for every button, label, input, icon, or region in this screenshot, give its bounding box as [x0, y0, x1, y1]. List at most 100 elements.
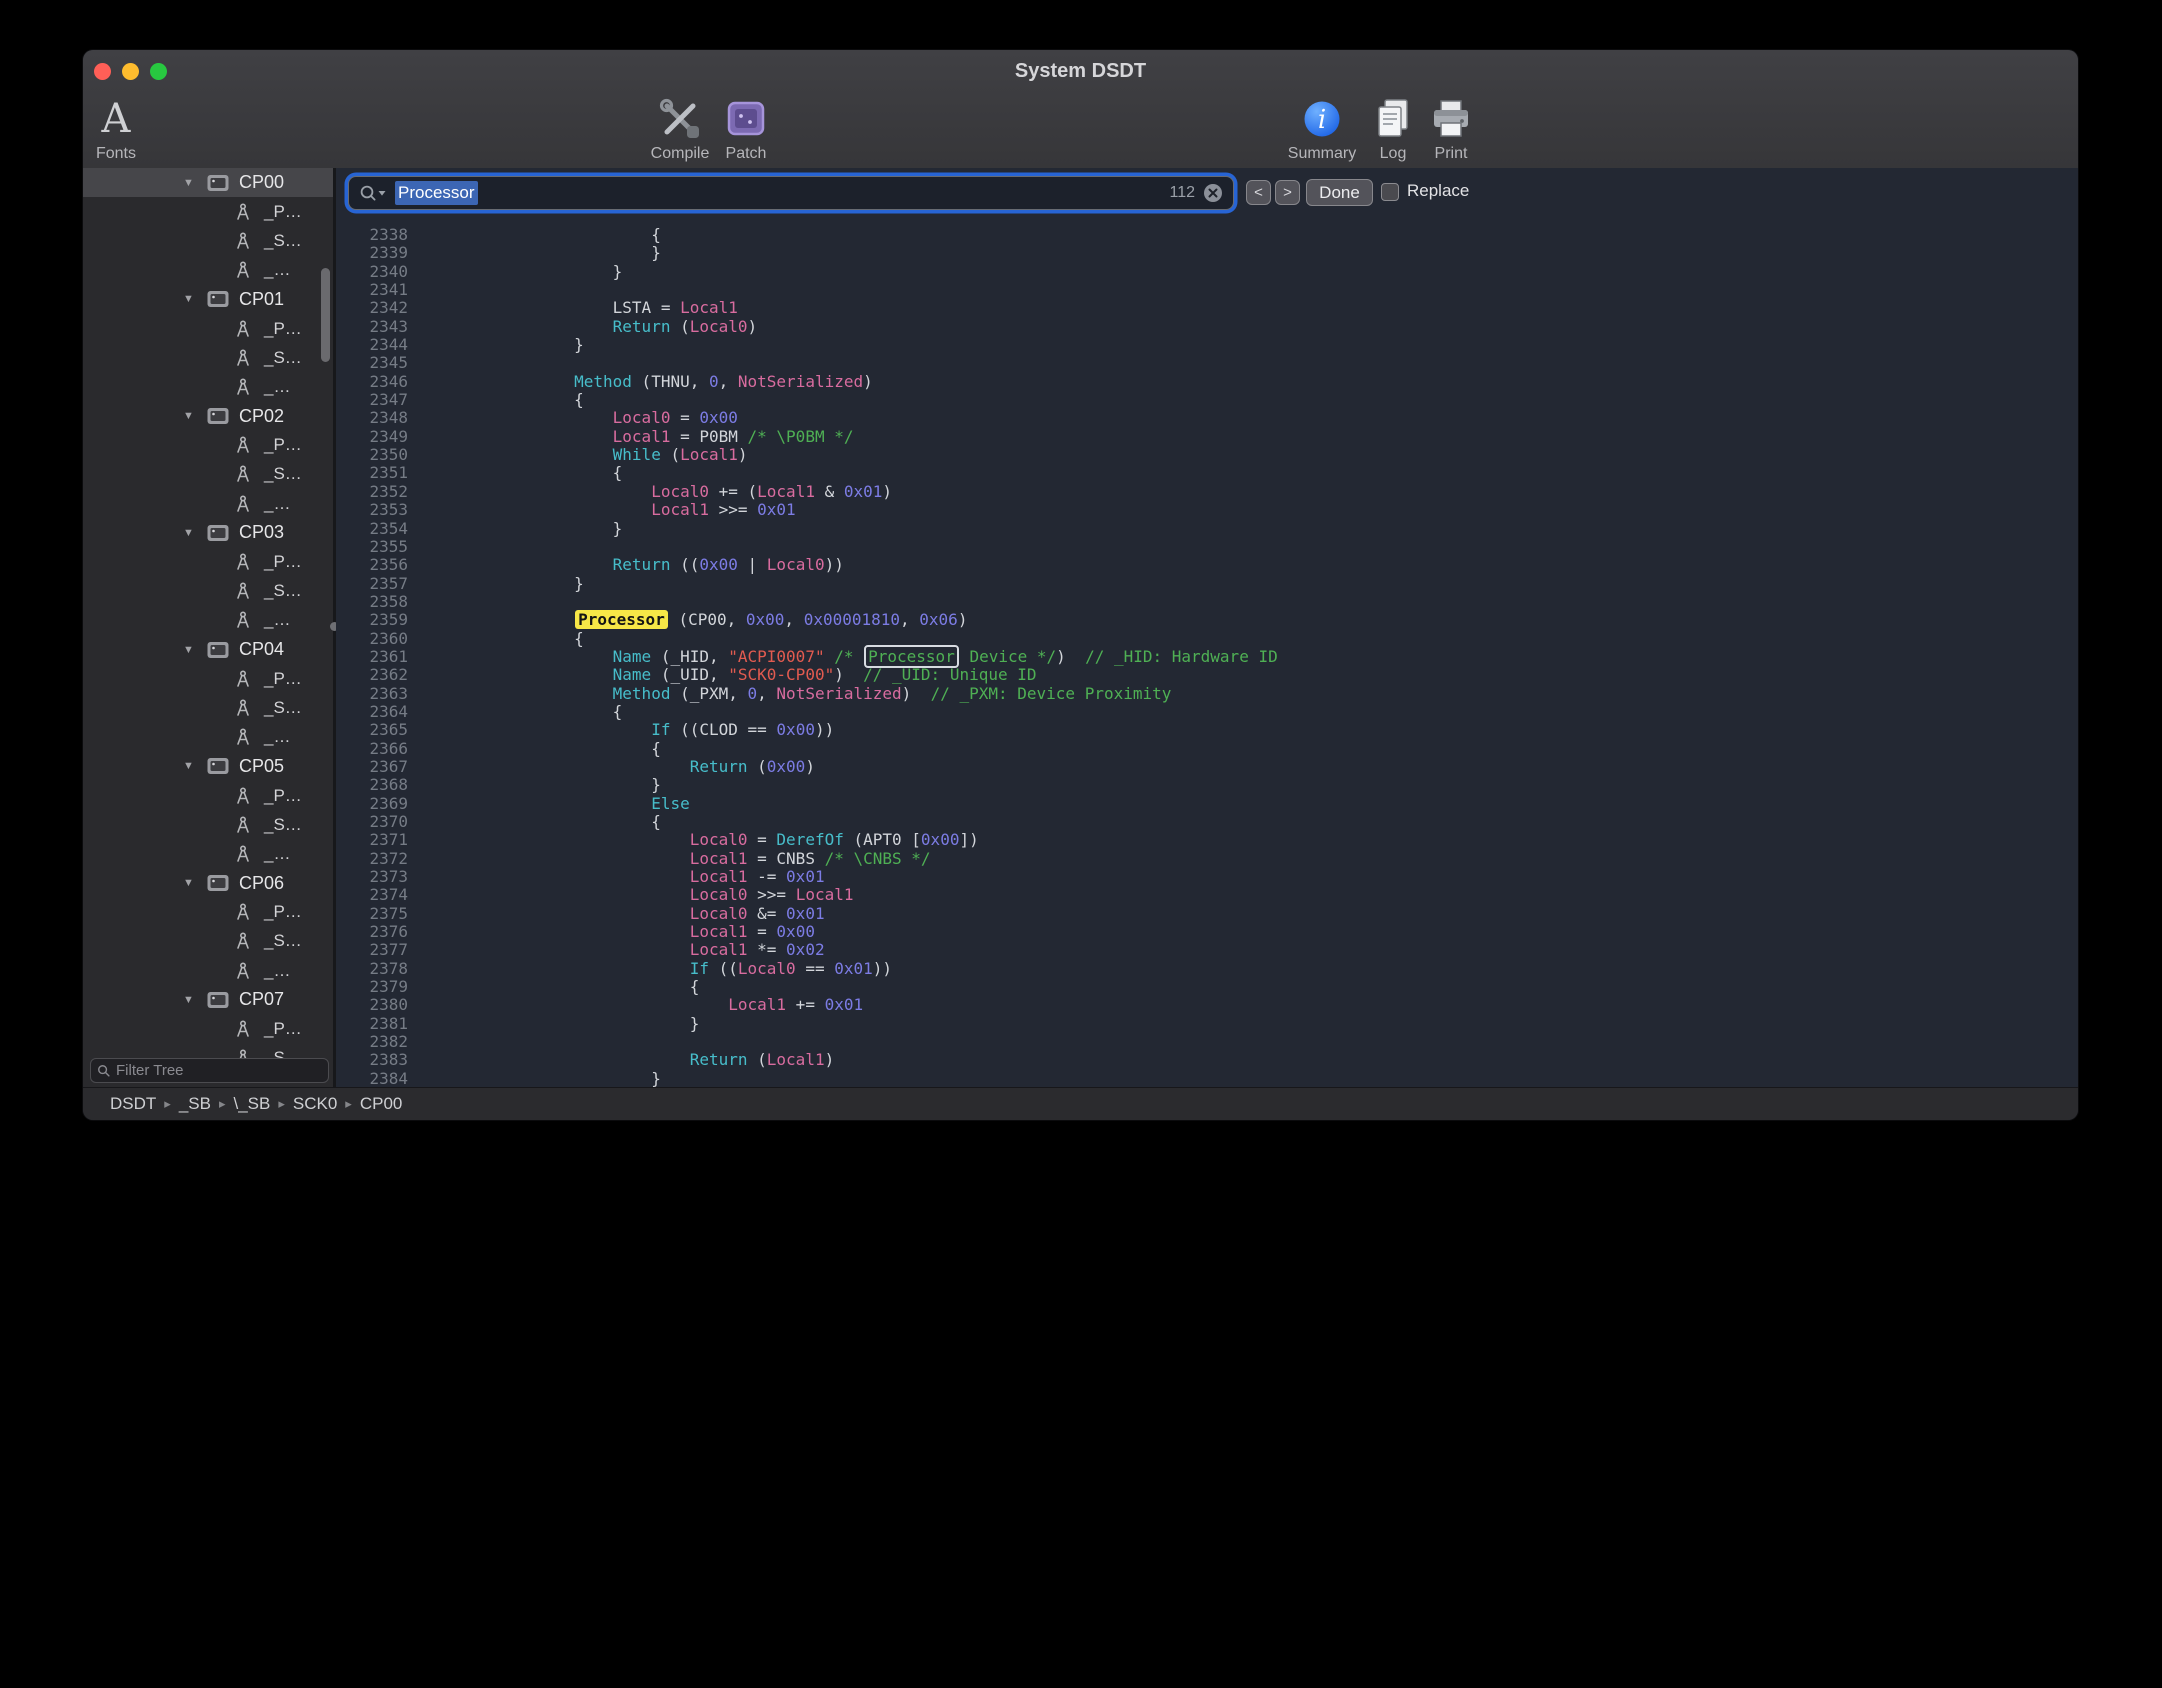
breadcrumb-item[interactable]: \_SB [233, 1094, 270, 1114]
tree-item-method[interactable]: _… [83, 489, 333, 518]
clear-search-icon[interactable] [1203, 183, 1223, 203]
code-line[interactable]: 2380 Local1 += 0x01 [336, 996, 2078, 1014]
disclosure-triangle-icon[interactable]: ▼ [183, 877, 199, 889]
disclosure-triangle-icon[interactable]: ▼ [183, 410, 199, 422]
tree-item-cp02[interactable]: ▼CP02 [83, 402, 333, 431]
tree-item-method[interactable]: _P… [83, 431, 333, 460]
tree-item-method[interactable]: _… [83, 956, 333, 985]
code-line[interactable]: 2347 { [336, 391, 2078, 409]
code-line[interactable]: 2356 Return ((0x00 | Local0)) [336, 556, 2078, 574]
tree-item-method[interactable]: _S… [83, 343, 333, 372]
tree-item-method[interactable]: _… [83, 256, 333, 285]
code-line[interactable]: 2377 Local1 *= 0x02 [336, 941, 2078, 959]
code-line[interactable]: 2355 [336, 538, 2078, 556]
code-line[interactable]: 2360 { [336, 630, 2078, 648]
sidebar-scrollbar[interactable] [321, 268, 330, 362]
code-line[interactable]: 2368 } [336, 776, 2078, 794]
code-line[interactable]: 2359 Processor (CP00, 0x00, 0x00001810, … [336, 611, 2078, 629]
patch-button[interactable]: Patch [706, 92, 786, 166]
code-line[interactable]: 2339 } [336, 244, 2078, 262]
tree-item-method[interactable]: _S… [83, 460, 333, 489]
code-line[interactable]: 2369 Else [336, 795, 2078, 813]
code-line[interactable]: 2366 { [336, 740, 2078, 758]
tree-item-method[interactable]: _P… [83, 547, 333, 576]
sidebar-tree[interactable]: ▼CP00_P…_S…_…▼CP01_P…_S…_…▼CP02_P…_S…_…▼… [83, 168, 333, 1058]
tree-item-method[interactable]: _P… [83, 898, 333, 927]
code-line[interactable]: 2358 [336, 593, 2078, 611]
print-button[interactable]: Print [1416, 92, 1486, 166]
code-area[interactable]: 2338 {2339 }2340 }23412342 LSTA = Local1… [336, 226, 2078, 1088]
tree-item-method[interactable]: _… [83, 372, 333, 401]
code-line[interactable]: 2379 { [336, 978, 2078, 996]
code-line[interactable]: 2344 } [336, 336, 2078, 354]
tree-item-cp04[interactable]: ▼CP04 [83, 635, 333, 664]
tree-item-method[interactable]: _… [83, 723, 333, 752]
tree-item-method[interactable]: _P… [83, 1014, 333, 1043]
tree-item-method[interactable]: _S… [83, 1044, 333, 1058]
tree-item-method[interactable]: _S… [83, 927, 333, 956]
tree-item-method[interactable]: _S… [83, 226, 333, 255]
code-line[interactable]: 2346 Method (THNU, 0, NotSerialized) [336, 373, 2078, 391]
summary-button[interactable]: i Summary [1277, 92, 1367, 166]
code-line[interactable]: 2342 LSTA = Local1 [336, 299, 2078, 317]
breadcrumb-item[interactable]: _SB [179, 1094, 211, 1114]
search-options-icon[interactable] [359, 184, 387, 202]
code-line[interactable]: 2357 } [336, 575, 2078, 593]
find-previous-button[interactable]: < [1246, 180, 1271, 205]
tree-item-method[interactable]: _S… [83, 693, 333, 722]
code-line[interactable]: 2371 Local0 = DerefOf (APT0 [0x00]) [336, 831, 2078, 849]
code-line[interactable]: 2370 { [336, 813, 2078, 831]
code-editor[interactable]: Processor 112 < > Done Replace 2338 {233… [336, 168, 2078, 1088]
tree-item-cp07[interactable]: ▼CP07 [83, 985, 333, 1014]
disclosure-triangle-icon[interactable]: ▼ [183, 994, 199, 1006]
code-line[interactable]: 2338 { [336, 226, 2078, 244]
disclosure-triangle-icon[interactable]: ▼ [183, 760, 199, 772]
code-line[interactable]: 2367 Return (0x00) [336, 758, 2078, 776]
disclosure-triangle-icon[interactable]: ▼ [183, 644, 199, 656]
code-line[interactable]: 2364 { [336, 703, 2078, 721]
code-line[interactable]: 2354 } [336, 520, 2078, 538]
code-line[interactable]: 2348 Local0 = 0x00 [336, 409, 2078, 427]
code-line[interactable]: 2340 } [336, 263, 2078, 281]
tree-item-method[interactable]: _P… [83, 781, 333, 810]
code-line[interactable]: 2384 } [336, 1070, 2078, 1088]
code-line[interactable]: 2350 While (Local1) [336, 446, 2078, 464]
code-line[interactable]: 2363 Method (_PXM, 0, NotSerialized) // … [336, 685, 2078, 703]
code-line[interactable]: 2351 { [336, 464, 2078, 482]
code-line[interactable]: 2343 Return (Local0) [336, 318, 2078, 336]
tree-item-cp05[interactable]: ▼CP05 [83, 752, 333, 781]
code-line[interactable]: 2373 Local1 -= 0x01 [336, 868, 2078, 886]
filter-tree-input[interactable]: Filter Tree [90, 1058, 329, 1083]
code-line[interactable]: 2361 Name (_HID, "ACPI0007" /* Processor… [336, 648, 2078, 666]
tree-item-method[interactable]: _P… [83, 664, 333, 693]
code-line[interactable]: 2375 Local0 &= 0x01 [336, 905, 2078, 923]
breadcrumb-item[interactable]: SCK0 [293, 1094, 337, 1114]
code-line[interactable]: 2381 } [336, 1015, 2078, 1033]
disclosure-triangle-icon[interactable]: ▼ [183, 177, 199, 189]
tree-item-cp01[interactable]: ▼CP01 [83, 285, 333, 314]
code-line[interactable]: 2345 [336, 354, 2078, 372]
find-input[interactable]: Processor 112 [348, 176, 1234, 210]
code-line[interactable]: 2352 Local0 += (Local1 & 0x01) [336, 483, 2078, 501]
done-button[interactable]: Done [1306, 179, 1373, 206]
tree-item-method[interactable]: _P… [83, 314, 333, 343]
tree-item-cp00[interactable]: ▼CP00 [83, 168, 333, 197]
code-line[interactable]: 2353 Local1 >>= 0x01 [336, 501, 2078, 519]
code-line[interactable]: 2376 Local1 = 0x00 [336, 923, 2078, 941]
tree-item-method[interactable]: _S… [83, 577, 333, 606]
code-line[interactable]: 2374 Local0 >>= Local1 [336, 886, 2078, 904]
tree-item-method[interactable]: _… [83, 839, 333, 868]
code-line[interactable]: 2378 If ((Local0 == 0x01)) [336, 960, 2078, 978]
find-next-button[interactable]: > [1275, 180, 1300, 205]
tree-item-cp06[interactable]: ▼CP06 [83, 869, 333, 898]
code-line[interactable]: 2372 Local1 = CNBS /* \CNBS */ [336, 850, 2078, 868]
code-line[interactable]: 2362 Name (_UID, "SCK0-CP00") // _UID: U… [336, 666, 2078, 684]
code-line[interactable]: 2382 [336, 1033, 2078, 1051]
tree-item-cp03[interactable]: ▼CP03 [83, 518, 333, 547]
code-line[interactable]: 2349 Local1 = P0BM /* \P0BM */ [336, 428, 2078, 446]
disclosure-triangle-icon[interactable]: ▼ [183, 293, 199, 305]
code-line[interactable]: 2383 Return (Local1) [336, 1051, 2078, 1069]
replace-checkbox[interactable] [1381, 183, 1399, 201]
tree-item-method[interactable]: _S… [83, 810, 333, 839]
code-line[interactable]: 2365 If ((CLOD == 0x00)) [336, 721, 2078, 739]
